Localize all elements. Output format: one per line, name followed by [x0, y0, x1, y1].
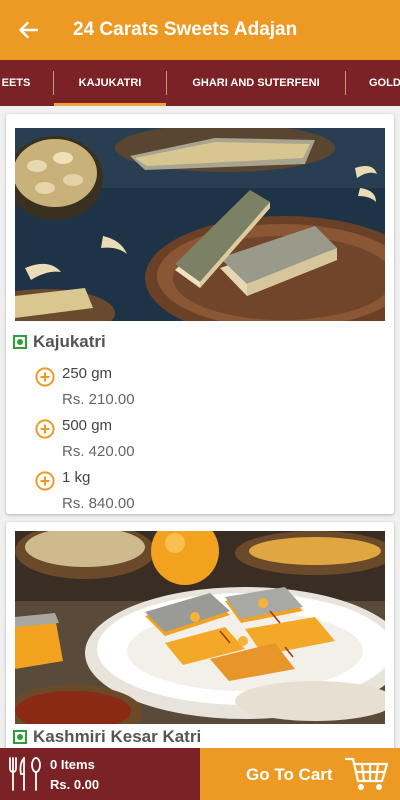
back-button[interactable] — [0, 0, 56, 60]
variant-price: Rs. 210.00 — [62, 391, 135, 408]
product-image — [15, 531, 385, 724]
arrow-back-icon — [19, 21, 38, 39]
variant-size: 1 kg — [62, 469, 91, 486]
go-to-cart-button[interactable]: Go To Cart — [200, 748, 400, 800]
go-to-cart-label: Go To Cart — [246, 765, 333, 784]
variant-row: 500 gm Rs. 420.00 — [35, 417, 375, 467]
variant-row: 1 kg Rs. 840.00 — [35, 469, 375, 519]
app-screen: 24 Carats Sweets Adajan EETS KAJUKATRI G… — [0, 0, 400, 800]
tab-sweets[interactable]: EETS — [0, 60, 36, 106]
tab-divider — [345, 71, 346, 95]
tab-kajukatri[interactable]: KAJUKATRI — [54, 60, 166, 106]
cart-total: Rs. 0.00 — [50, 777, 100, 792]
product-name: Kashmiri Kesar Katri — [33, 727, 202, 746]
product-card: Kajukatri 250 gm Rs. 210.00 500 gm Rs. 4… — [6, 114, 394, 514]
variant-size: 500 gm — [62, 417, 113, 434]
product-list: Kajukatri 250 gm Rs. 210.00 500 gm Rs. 4… — [0, 106, 400, 748]
variant-size: 250 gm — [62, 365, 113, 382]
product-image — [15, 128, 385, 321]
app-bar: 24 Carats Sweets Adajan — [0, 0, 400, 60]
shopping-cart-icon — [344, 757, 389, 790]
add-circle-icon[interactable] — [35, 367, 55, 387]
tab-gold[interactable]: GOLD — [355, 60, 400, 106]
add-circle-icon[interactable] — [35, 419, 55, 439]
category-tabs: EETS KAJUKATRI GHARI AND SUTERFENI GOLD — [0, 60, 400, 106]
cart-bar: 0 Items Rs. 0.00 Go To Cart — [0, 748, 400, 800]
variant-price: Rs. 840.00 — [62, 495, 135, 512]
variant-row: 250 gm Rs. 210.00 — [35, 365, 375, 415]
store-title: 24 Carats Sweets Adajan — [73, 19, 298, 40]
product-card: Kashmiri Kesar Katri — [6, 522, 394, 748]
cutlery-icon — [9, 757, 41, 791]
product-name: Kajukatri — [33, 332, 106, 351]
veg-indicator-icon — [13, 730, 27, 744]
tab-ghari-and-suterfeni[interactable]: GHARI AND SUTERFENI — [167, 60, 345, 106]
variant-price: Rs. 420.00 — [62, 443, 135, 460]
add-circle-icon[interactable] — [35, 471, 55, 491]
veg-indicator-icon — [13, 335, 27, 349]
cart-summary[interactable]: 0 Items Rs. 0.00 — [0, 748, 200, 800]
cart-items-count: 0 Items — [50, 757, 95, 772]
